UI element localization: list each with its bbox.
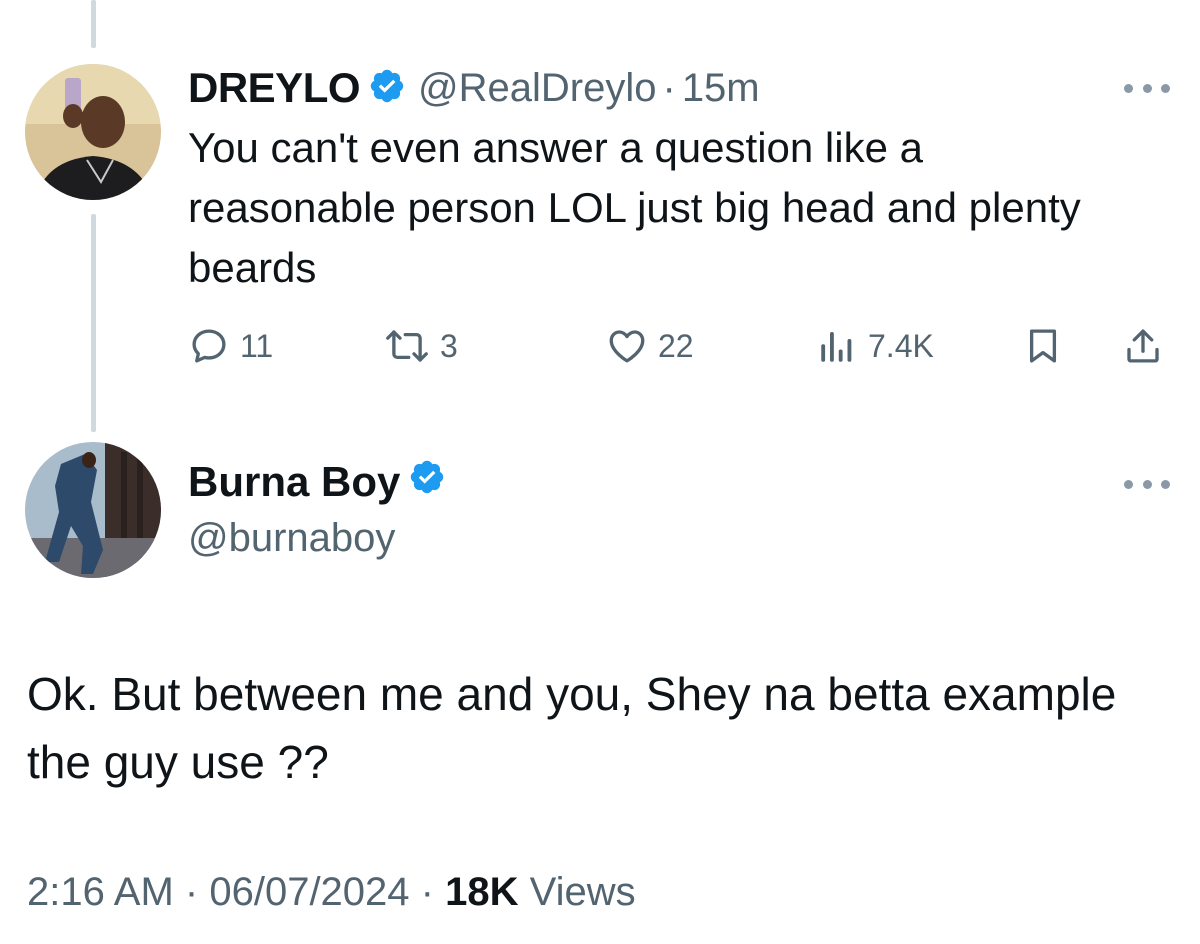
reply-count: 11 — [240, 327, 274, 364]
reply-icon — [188, 325, 230, 367]
share-button[interactable] — [1122, 318, 1164, 374]
handle[interactable]: @burnaboy — [188, 516, 395, 561]
repost-button[interactable]: 3 — [384, 318, 458, 374]
tweet-meta: 2:16 AM · 06/07/2024 · 18K Views — [27, 870, 636, 915]
action-bar: 11 3 22 7.4K — [188, 318, 1178, 374]
handle[interactable]: @RealDreylo — [418, 66, 656, 111]
avatar-burnaboy[interactable] — [25, 442, 161, 578]
display-name-row: Burna Boy — [188, 458, 446, 506]
more-dots-icon[interactable] — [1124, 474, 1170, 494]
like-button[interactable]: 22 — [606, 318, 694, 374]
display-name[interactable]: DREYLO — [188, 64, 361, 112]
tweet-text: Ok. But between me and you, Shey na bett… — [27, 668, 1117, 788]
like-icon — [606, 325, 648, 367]
views-count: 7.4K — [868, 327, 934, 364]
views-icon — [816, 325, 858, 367]
timestamp[interactable]: 15m — [682, 66, 760, 111]
repost-count: 3 — [440, 327, 458, 364]
views-count: 18K — [445, 870, 519, 914]
tweet-date[interactable]: 06/07/2024 — [209, 870, 409, 914]
reply-button[interactable]: 11 — [188, 318, 273, 374]
display-name[interactable]: Burna Boy — [188, 458, 400, 506]
thread-line — [91, 0, 96, 48]
separator: · — [420, 870, 434, 914]
verified-badge-icon — [368, 67, 406, 110]
tweet-time[interactable]: 2:16 AM — [27, 870, 174, 914]
bookmark-icon — [1022, 325, 1064, 367]
separator: · — [662, 65, 676, 110]
share-icon — [1122, 325, 1164, 367]
views-button[interactable]: 7.4K — [816, 318, 934, 374]
like-count: 22 — [658, 327, 694, 364]
tweet-text: You can't even answer a question like a … — [188, 124, 1081, 291]
avatar-dreylo[interactable] — [25, 64, 161, 200]
more-dots-icon[interactable] — [1124, 78, 1170, 98]
tweet-header: DREYLO @RealDreylo · 15m — [188, 60, 760, 116]
views-label: Views — [529, 870, 636, 914]
bookmark-button[interactable] — [1022, 318, 1064, 374]
thread-line — [91, 214, 96, 432]
separator: · — [184, 870, 199, 914]
verified-badge-icon — [408, 458, 446, 506]
repost-icon — [384, 325, 430, 367]
